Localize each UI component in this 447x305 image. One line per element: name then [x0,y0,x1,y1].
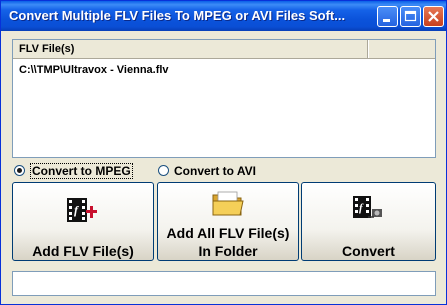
film-add-icon: f [67,198,97,222]
window-title: Convert Multiple FLV Files To MPEG or AV… [9,8,346,23]
minimize-icon [383,19,390,22]
app-window: Convert Multiple FLV Files To MPEG or AV… [0,0,447,305]
minimize-button[interactable] [377,6,398,27]
convert-to-mpeg-label[interactable]: Convert to MPEG [30,163,133,179]
title-bar[interactable]: Convert Multiple FLV Files To MPEG or AV… [1,1,446,31]
folder-icon [212,191,244,216]
status-bar [12,271,436,296]
maximize-button[interactable] [400,6,421,27]
film-convert-icon: f [352,196,382,218]
maximize-icon [404,10,417,22]
convert-label: Convert [342,243,395,259]
list-item[interactable]: C:\\TMP\Ultravox - Vienna.flv [19,64,169,76]
column-header-flv-files[interactable]: FLV File(s) [13,40,368,58]
column-header-empty [368,40,435,58]
add-flv-files-button[interactable]: f Add FLV File(s) [12,182,154,261]
flv-file-list[interactable]: FLV File(s) C:\\TMP\Ultravox - Vienna.fl… [12,39,436,158]
close-icon [428,11,439,22]
close-button[interactable] [423,6,444,27]
add-folder-label-line2: In Folder [198,243,258,259]
radio-selected-icon[interactable] [14,165,25,176]
add-folder-button[interactable]: Add All FLV File(s) In Folder [157,182,299,261]
convert-to-avi-label[interactable]: Convert to AVI [174,164,256,178]
add-flv-files-label: Add FLV File(s) [32,243,134,259]
convert-button[interactable]: f Convert [301,182,436,261]
radio-unselected-icon[interactable] [158,165,169,176]
list-header: FLV File(s) [13,40,435,59]
add-folder-label-line1: Add All FLV File(s) [166,225,290,241]
